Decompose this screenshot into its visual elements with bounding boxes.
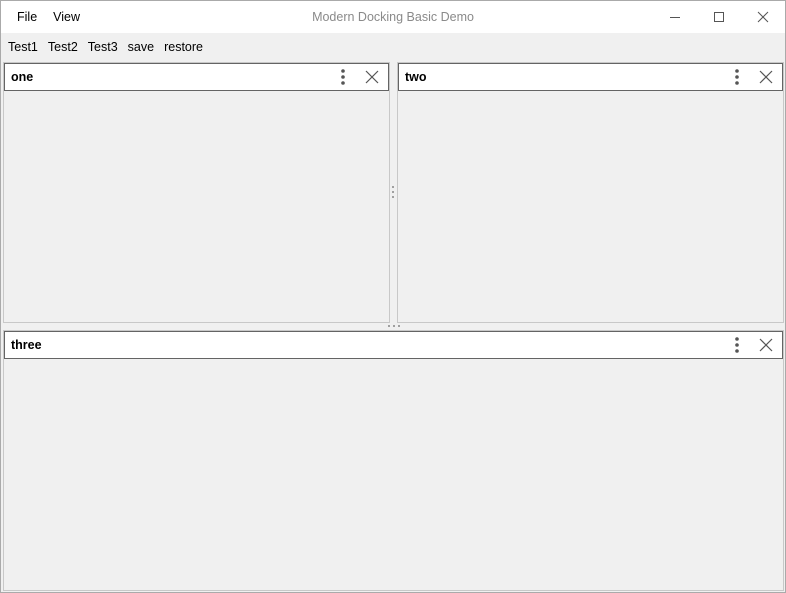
restore-button[interactable]: restore	[164, 40, 203, 54]
dockable-one-title: one	[11, 70, 34, 84]
horizontal-splitter[interactable]	[3, 323, 784, 329]
dockable-two-title: two	[405, 70, 427, 84]
splitter-grip-dot	[392, 191, 394, 193]
dockable-one: one	[3, 62, 390, 323]
maximize-icon	[714, 12, 724, 22]
dockable-three-close-button[interactable]	[754, 333, 778, 357]
splitter-grip-dot	[393, 325, 395, 327]
close-icon	[365, 70, 379, 84]
dockable-two-header[interactable]: two	[398, 63, 783, 91]
splitter-grip-dot	[398, 325, 400, 327]
splitter-grip-dot	[392, 186, 394, 188]
close-icon	[759, 70, 773, 84]
app-window: File View Modern Docking Basic Demo Test…	[0, 0, 786, 593]
toolbar: Test1 Test2 Test3 save restore	[1, 33, 785, 61]
dockable-one-header[interactable]: one	[4, 63, 389, 91]
vertical-ellipsis-icon	[735, 337, 739, 353]
dockable-two: two	[397, 62, 784, 323]
minimize-icon	[670, 17, 680, 18]
dockable-three: three	[3, 330, 784, 591]
vertical-ellipsis-icon	[341, 69, 345, 85]
vertical-splitter[interactable]	[390, 62, 396, 323]
test1-button[interactable]: Test1	[8, 40, 38, 54]
save-button[interactable]: save	[128, 40, 154, 54]
dockable-three-title: three	[11, 338, 42, 352]
close-icon	[759, 338, 773, 352]
title-bar[interactable]: File View Modern Docking Basic Demo	[1, 1, 785, 33]
window-controls	[653, 1, 785, 33]
close-window-button[interactable]	[741, 1, 785, 33]
close-icon	[757, 11, 769, 23]
dockable-three-header[interactable]: three	[4, 331, 783, 359]
dockable-one-close-button[interactable]	[360, 65, 384, 89]
test3-button[interactable]: Test3	[88, 40, 118, 54]
splitter-grip-dot	[388, 325, 390, 327]
vertical-ellipsis-icon	[735, 69, 739, 85]
dockable-three-options-button[interactable]	[726, 333, 748, 357]
splitter-grip-dot	[392, 196, 394, 198]
dockable-two-options-button[interactable]	[726, 65, 748, 89]
test2-button[interactable]: Test2	[48, 40, 78, 54]
minimize-button[interactable]	[653, 1, 697, 33]
maximize-button[interactable]	[697, 1, 741, 33]
dockable-one-options-button[interactable]	[332, 65, 354, 89]
dockable-two-close-button[interactable]	[754, 65, 778, 89]
